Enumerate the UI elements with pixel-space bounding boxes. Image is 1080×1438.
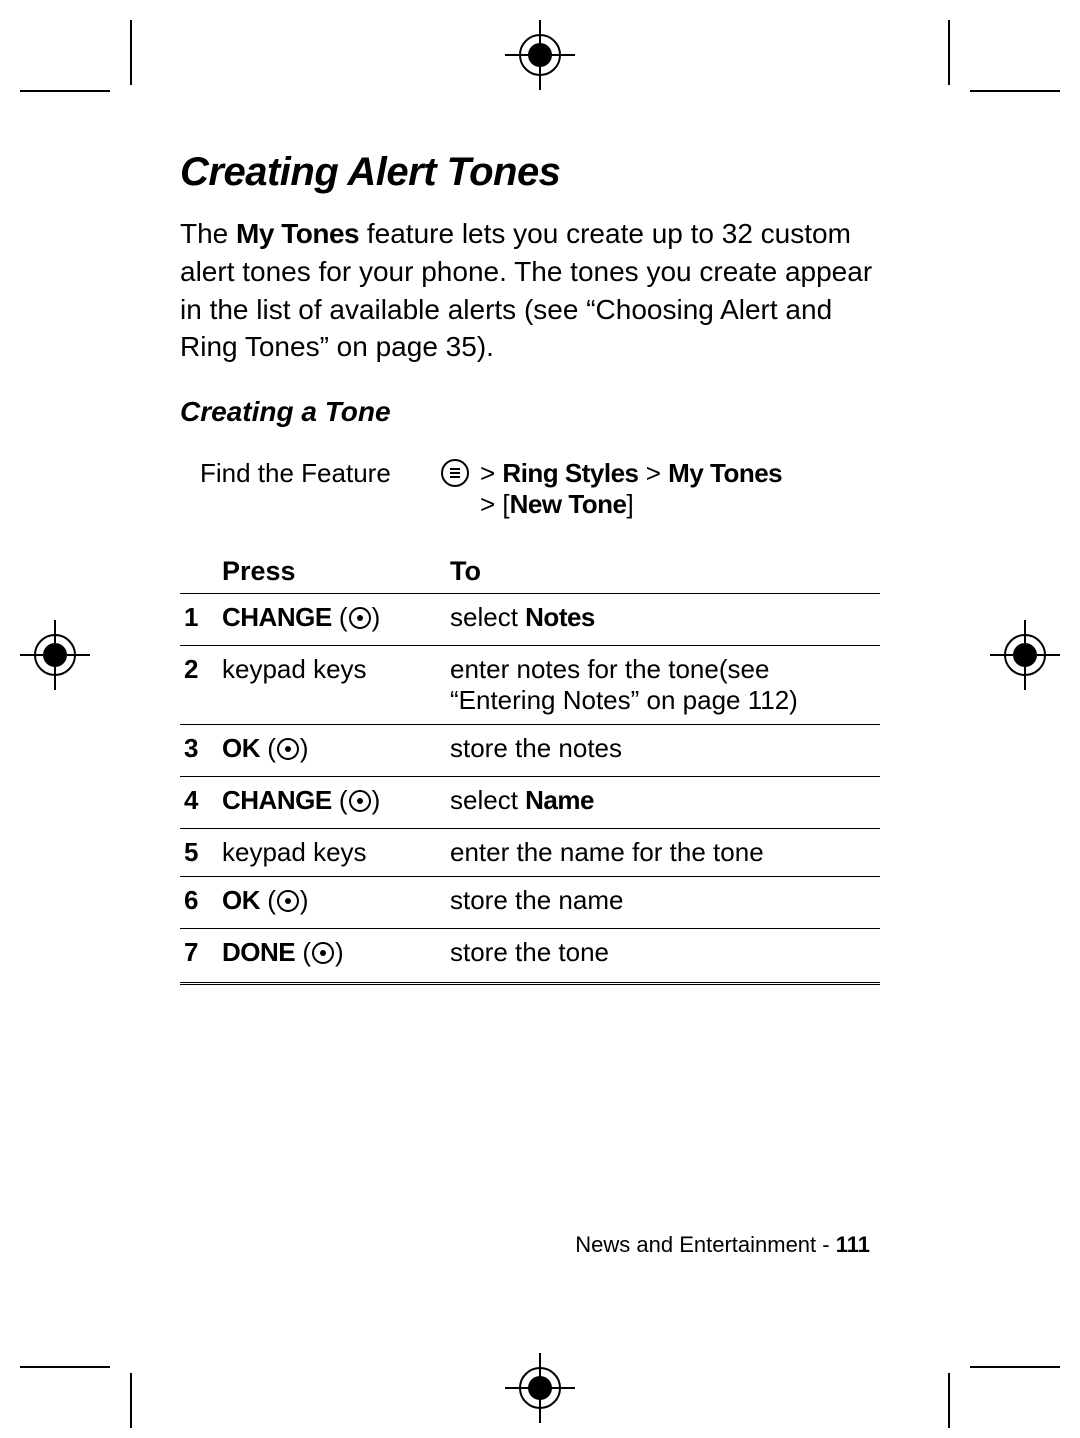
menu-path-item: My Tones <box>668 458 782 488</box>
menu-path-item: New Tone <box>510 489 627 519</box>
step-number: 7 <box>180 929 218 984</box>
step-to: store the tone <box>446 929 880 984</box>
table-header-to: To <box>446 550 880 594</box>
table-row: 6 OK () store the name <box>180 877 880 929</box>
step-to: enter notes for the tone(see “Entering N… <box>446 646 880 725</box>
intro-paragraph: The My Tones feature lets you create up … <box>180 215 880 366</box>
crop-mark <box>130 20 132 85</box>
find-the-feature-label: Find the Feature <box>200 458 440 489</box>
step-to: store the name <box>446 877 880 929</box>
press-key-label: OK <box>222 733 260 763</box>
step-to: select Notes <box>446 594 880 646</box>
page-content: Creating Alert Tones The My Tones featur… <box>180 150 880 985</box>
press-key-label: CHANGE <box>222 602 332 632</box>
table-row: 7 DONE () store the tone <box>180 929 880 984</box>
menu-path-text: [ <box>502 489 509 519</box>
table-row: 2 keypad keys enter notes for the tone(s… <box>180 646 880 725</box>
menu-path-item: Ring Styles <box>502 458 638 488</box>
crop-mark <box>130 1373 132 1428</box>
step-press: keypad keys <box>218 829 446 877</box>
press-key-label: CHANGE <box>222 785 332 815</box>
to-text: store the tone <box>450 937 609 967</box>
press-plain: keypad keys <box>222 654 367 684</box>
step-number: 3 <box>180 725 218 777</box>
step-press: CHANGE () <box>218 594 446 646</box>
step-to: select Name <box>446 777 880 829</box>
table-row: 1 CHANGE () select Notes <box>180 594 880 646</box>
subsection-title: Creating a Tone <box>180 396 880 428</box>
step-press: CHANGE () <box>218 777 446 829</box>
menu-path: > Ring Styles > My Tones > [New Tone] <box>440 458 880 520</box>
page-footer: News and Entertainment - 111 <box>0 1232 1080 1258</box>
registration-mark-icon <box>990 620 1060 695</box>
step-press: OK () <box>218 877 446 929</box>
to-text: store the name <box>450 885 623 915</box>
to-text: store the notes <box>450 733 622 763</box>
crop-mark <box>20 1366 110 1368</box>
press-key-label: OK <box>222 885 260 915</box>
select-key-icon <box>276 737 300 768</box>
to-bold: Name <box>525 785 594 815</box>
step-number: 2 <box>180 646 218 725</box>
crop-mark <box>970 1366 1060 1368</box>
registration-mark-icon <box>505 1353 575 1428</box>
select-key-icon <box>348 606 372 637</box>
footer-page-number: 111 <box>836 1232 870 1257</box>
step-press: DONE () <box>218 929 446 984</box>
step-number: 6 <box>180 877 218 929</box>
steps-table: Press To 1 CHANGE () select Notes <box>180 550 880 985</box>
intro-text: The <box>180 218 236 249</box>
intro-feature-name: My Tones <box>236 218 359 249</box>
to-bold: Notes <box>525 602 595 632</box>
crop-mark <box>948 1373 950 1428</box>
menu-path-text: > <box>480 489 502 519</box>
step-press: OK () <box>218 725 446 777</box>
step-number: 1 <box>180 594 218 646</box>
registration-mark-icon <box>505 20 575 95</box>
document-page: { "header": { "title": "Creating Alert T… <box>0 0 1080 1438</box>
press-plain: keypad keys <box>222 837 367 867</box>
menu-path-text: ] <box>627 489 634 519</box>
step-number: 5 <box>180 829 218 877</box>
step-press: keypad keys <box>218 646 446 725</box>
find-the-feature-row: Find the Feature > Ring Styles > My Tone… <box>180 458 880 520</box>
to-text: select <box>450 602 525 632</box>
crop-mark <box>20 90 110 92</box>
step-to: enter the name for the tone <box>446 829 880 877</box>
registration-mark-icon <box>20 620 90 695</box>
menu-path-text: > <box>639 458 669 488</box>
menu-path-text: > <box>480 458 502 488</box>
step-to: store the notes <box>446 725 880 777</box>
menu-key-icon <box>440 458 470 520</box>
crop-mark <box>970 90 1060 92</box>
select-key-icon <box>348 789 372 820</box>
press-key-label: DONE <box>222 937 295 967</box>
select-key-icon <box>311 941 335 972</box>
to-text: enter notes for the tone(see “Entering N… <box>450 654 798 715</box>
table-row: 4 CHANGE () select Name <box>180 777 880 829</box>
crop-mark <box>948 20 950 85</box>
table-header-press: Press <box>218 550 446 594</box>
select-key-icon <box>276 889 300 920</box>
table-row: 3 OK () store the notes <box>180 725 880 777</box>
table-row: 5 keypad keys enter the name for the ton… <box>180 829 880 877</box>
to-text: select <box>450 785 525 815</box>
footer-section: News and Entertainment - <box>575 1232 835 1257</box>
step-number: 4 <box>180 777 218 829</box>
section-title: Creating Alert Tones <box>180 150 880 195</box>
to-text: enter the name for the tone <box>450 837 764 867</box>
